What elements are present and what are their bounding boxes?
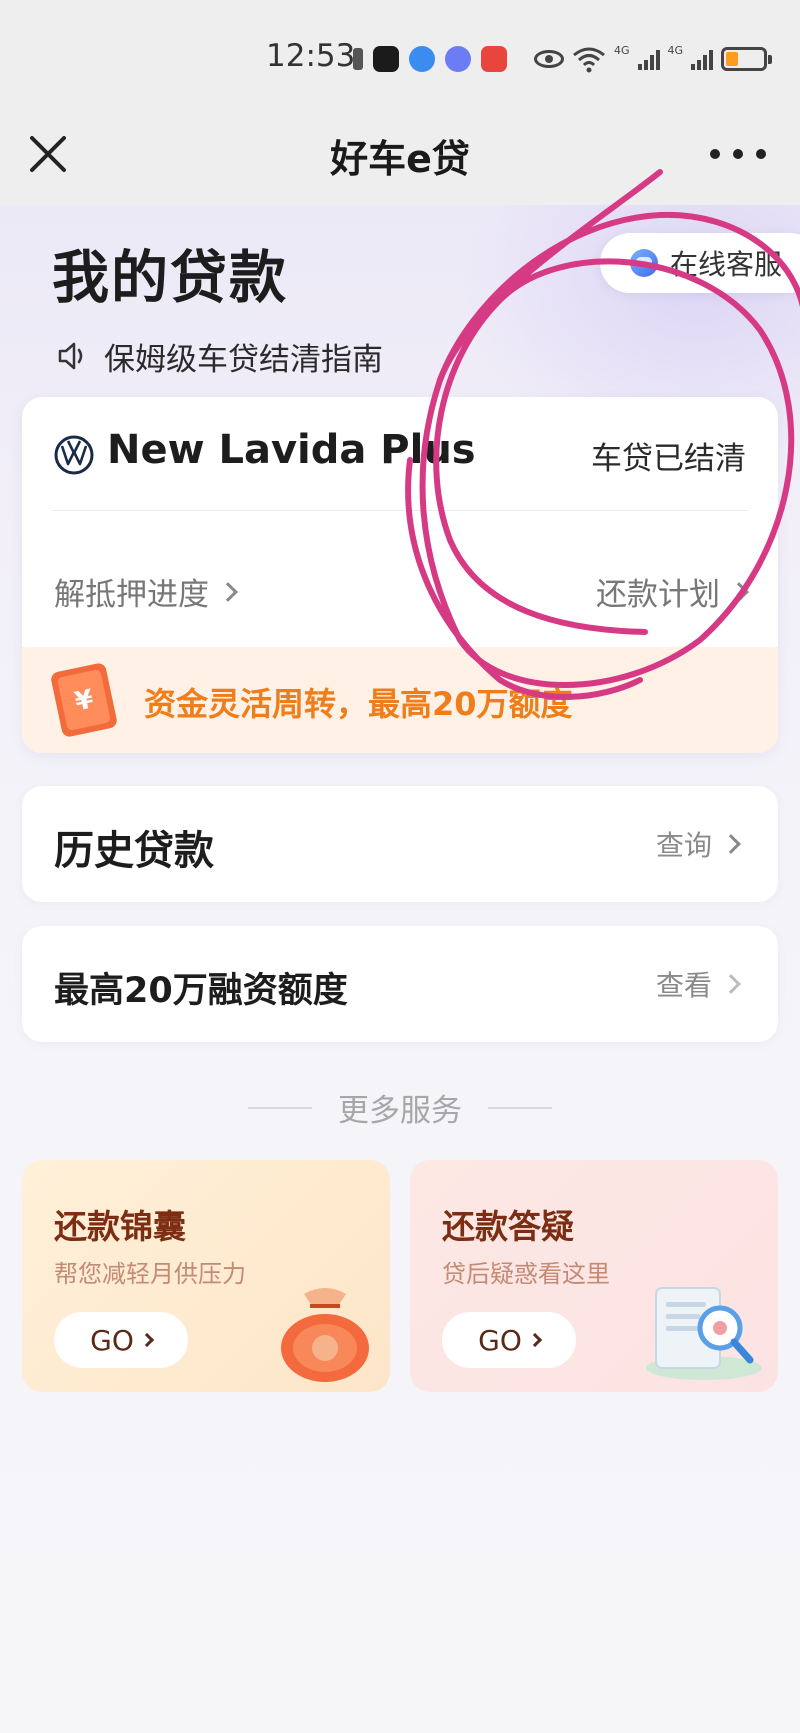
repayment-plan-link[interactable]: 还款计划 [596,569,749,614]
battery-saver-icon [353,48,363,70]
eye-icon [534,50,564,68]
repayment-tips-card[interactable]: 还款锦囊 帮您减轻月供压力 GO [22,1160,390,1392]
more-icon-dot [733,149,743,159]
wifi-icon [573,47,605,73]
signal-icon-1 [637,48,660,70]
battery-fill [726,52,739,66]
app-icon-blue [409,46,435,72]
chevron-right-icon [527,1332,542,1348]
release-mortgage-link[interactable]: 解抵押进度 [54,569,238,614]
nav-title: 好车e贷 [330,137,470,181]
tiktok-app-icon [373,46,399,72]
guide-label: 保姆级车贷结清指南 [104,341,383,378]
guide-link[interactable]: 保姆级车贷结清指南 [56,336,383,378]
history-loans-title: 历史贷款 [54,828,214,874]
repayment-plan-label: 还款计划 [596,577,720,613]
more-services-label: 更多服务 [338,1093,462,1129]
vw-logo-icon [54,435,94,475]
repayment-faq-title: 还款答疑 [442,1207,574,1246]
nav-bar: 好车e贷 [0,112,800,205]
financing-quota-action[interactable]: 查看 [655,964,741,1004]
card-divider [52,510,748,511]
more-button[interactable] [710,134,766,174]
repayment-faq-go-button[interactable]: GO [442,1312,576,1368]
divider-line [488,1106,552,1109]
repayment-tips-subtitle: 帮您减轻月供压力 [54,1260,246,1288]
query-label: 查询 [655,829,712,862]
online-service-label: 在线客服 [670,248,783,281]
chevron-right-icon [218,581,238,602]
more-services-header: 更多服务 [0,1085,800,1130]
signal-icon-2 [691,48,714,70]
coupon-icon: ¥ [51,663,117,737]
page-title: 我的贷款 [52,245,288,311]
money-bag-icon [281,1288,369,1382]
speaker-icon [58,342,83,370]
view-label: 查看 [655,969,712,1002]
financing-quota-title: 最高20万融资额度 [54,971,348,1011]
financing-quota-row[interactable]: 最高20万融资额度 查看 [22,926,778,1042]
repayment-faq-card[interactable]: 还款答疑 贷后疑惑看这里 GO [410,1160,778,1392]
network-label-1: 4G [614,44,630,57]
repayment-tips-title: 还款锦囊 [54,1207,186,1246]
more-icon-dot [756,149,766,159]
chevron-right-icon [721,974,741,994]
divider-line [248,1106,312,1109]
close-icon [30,136,66,172]
customer-service-icon [630,249,658,277]
chevron-right-icon [729,581,749,602]
status-indicators: 4G 4G [534,44,773,74]
network-label-2: 4G [667,44,684,57]
status-app-icons [353,44,507,74]
online-service-button[interactable]: 在线客服 [600,233,800,293]
close-button[interactable] [26,132,70,176]
chevron-right-icon [139,1332,154,1348]
promo-label: 资金灵活周转，最高20万额度 [144,685,573,723]
repayment-faq-subtitle: 贷后疑惑看这里 [442,1260,610,1288]
promo-banner[interactable]: ¥ 资金灵活周转，最高20万额度 [22,647,778,753]
chevron-right-icon [721,834,741,854]
release-mortgage-label: 解抵押进度 [54,577,209,613]
more-icon [710,149,720,159]
music-app-icon [445,46,471,72]
go-label: GO [478,1323,522,1357]
car-name: New Lavida Plus [107,427,476,473]
history-loans-action[interactable]: 查询 [655,824,741,864]
loan-card: New Lavida Plus 车贷已结清 解抵押进度 还款计划 ¥ 资金灵活周… [22,397,778,753]
history-loans-row[interactable]: 历史贷款 查询 [22,786,778,902]
status-bar: 12:53 4G 4G [0,0,800,112]
loan-status: 车贷已结清 [591,441,746,477]
document-search-icon [646,1287,762,1380]
repayment-tips-go-button[interactable]: GO [54,1312,188,1368]
reader-app-icon [481,46,507,72]
status-time: 12:53 [266,38,356,74]
battery-icon [721,47,773,71]
go-label: GO [90,1323,134,1357]
